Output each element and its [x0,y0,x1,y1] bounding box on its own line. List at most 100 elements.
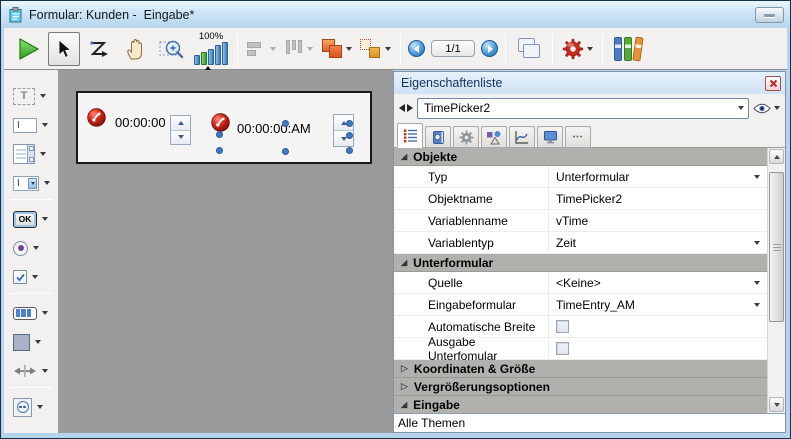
tab-more[interactable]: ••• [565,126,591,148]
prev-object-icon[interactable] [399,104,405,112]
property-row-variablenname[interactable]: Variablenname vTime [394,210,767,232]
sidebar-item-progress-bar[interactable] [4,300,58,326]
section-header-unterformular[interactable]: ◢ Unterformular [394,254,767,272]
chevron-down-icon[interactable] [42,369,48,373]
pan-button[interactable] [120,32,152,66]
tab-display[interactable] [537,126,563,148]
property-row-typ[interactable]: Typ Unterformular [394,166,767,188]
sidebar-item-button[interactable]: OK [4,206,58,232]
next-object-icon[interactable] [407,104,413,112]
selection-handle[interactable] [282,120,289,127]
zoom-bars-icon[interactable] [194,42,228,65]
property-value[interactable]: vTime [549,210,767,231]
section-header-eingabe[interactable]: ◢ Eingabe [394,396,767,413]
chevron-down-icon[interactable] [44,181,50,185]
selection-handle[interactable] [216,147,223,154]
time-picker-value[interactable]: 00:00:00 [115,115,166,130]
property-row-ausgabe-unterformular[interactable]: Ausgabe Unterfomular [394,338,767,360]
time-spinner[interactable] [170,115,191,145]
scroll-down-button[interactable] [769,397,784,412]
chevron-down-icon[interactable] [738,106,744,110]
scrollbar-thumb[interactable] [769,172,784,322]
property-value[interactable]: <Keine> [549,272,767,293]
chevron-down-icon[interactable] [587,47,593,51]
run-button[interactable] [12,32,44,66]
next-page-button[interactable] [481,40,498,57]
bring-to-front-button[interactable] [319,39,354,59]
properties-panel-header[interactable]: Eigenschaftenliste [394,72,785,94]
form-area[interactable]: 00:00:00 00:00:00:AM [76,91,372,164]
property-value[interactable] [549,316,767,337]
property-row-quelle[interactable]: Quelle <Keine> [394,272,767,294]
chevron-down-icon[interactable] [42,123,48,127]
prev-page-button[interactable] [408,40,425,57]
expander-icon[interactable]: ◢ [401,153,407,161]
tab-data[interactable] [425,126,451,148]
sidebar-item-text-field[interactable]: I [4,112,58,138]
property-value[interactable]: Zeit [549,232,767,253]
scroll-up-button[interactable] [769,149,784,164]
expander-icon[interactable]: ◢ [401,401,407,409]
spin-up-button[interactable] [171,116,190,130]
sidebar-item-combo-box[interactable]: I [4,170,58,196]
chevron-down-icon[interactable] [754,241,760,245]
sidebar-item-list-box[interactable] [4,141,58,167]
minimize-button[interactable] [755,7,784,23]
chevron-down-icon[interactable] [754,303,760,307]
checkbox[interactable] [556,342,569,355]
chevron-down-icon[interactable] [754,281,760,285]
section-header-objekte[interactable]: ◢ Objekte [394,148,767,166]
vertical-scrollbar[interactable] [767,148,785,413]
time-picker-value-selected[interactable]: 00:00:00:AM [237,121,311,136]
design-canvas[interactable]: 00:00:00 00:00:00:AM [58,70,393,433]
sidebar-item-radio-button[interactable] [4,235,58,261]
object-selector-combobox[interactable]: TimePicker2 [417,98,749,119]
settings-button[interactable] [560,38,595,60]
chevron-down-icon[interactable] [40,152,46,156]
page-indicator[interactable]: 1/1 [431,40,475,57]
selection-handle[interactable] [346,132,353,139]
sidebar-item-splitter[interactable] [4,358,58,384]
checkbox[interactable] [556,320,569,333]
visibility-button[interactable] [753,103,780,114]
selection-handle[interactable] [346,147,353,154]
arrange-button[interactable] [358,39,393,59]
property-row-objektname[interactable]: Objektname TimePicker2 [394,188,767,210]
chevron-down-icon[interactable] [35,340,41,344]
tab-order-button[interactable] [84,32,116,66]
sidebar-item-label[interactable]: T [4,83,58,109]
spin-down-button[interactable] [171,130,190,145]
tab-function[interactable] [509,126,535,148]
property-row-eingabeformular[interactable]: Eingabeformular TimeEntry_AM [394,294,767,316]
selection-handle[interactable] [346,120,353,127]
sidebar-item-rectangle[interactable] [4,329,58,355]
select-tool-button[interactable] [48,32,80,66]
chevron-down-icon[interactable] [32,275,38,279]
chevron-down-icon[interactable] [42,311,48,315]
selection-handle[interactable] [216,131,223,138]
subform-badge-icon[interactable] [87,108,106,127]
tab-property-list[interactable] [397,123,423,148]
property-value[interactable]: Unterformular [549,166,767,187]
tab-objects[interactable] [481,126,507,148]
tab-options[interactable] [453,126,479,148]
close-button[interactable] [765,76,781,91]
chevron-down-icon[interactable] [37,405,43,409]
help-books-button[interactable] [614,37,642,61]
chevron-down-icon[interactable] [346,47,352,51]
sidebar-item-checkbox[interactable] [4,264,58,290]
property-value[interactable]: TimePicker2 [549,188,767,209]
section-header-vergroesserung[interactable]: ▷ Vergrößerungsoptionen [394,378,767,396]
chevron-down-icon[interactable] [385,47,391,51]
zoom-button[interactable] [156,32,188,66]
expander-icon[interactable]: ◢ [401,259,407,267]
selection-handle[interactable] [282,148,289,155]
property-value[interactable]: TimeEntry_AM [549,294,767,315]
zoom-level-control[interactable]: 100% [194,32,228,65]
property-row-variablentyp[interactable]: Variablentyp Zeit [394,232,767,254]
time-spinner[interactable] [333,114,354,147]
chevron-down-icon[interactable] [754,175,760,179]
section-header-koordinaten[interactable]: ▷ Koordinaten & Größe [394,360,767,378]
chevron-down-icon[interactable] [40,94,46,98]
pages-button[interactable] [513,32,545,66]
